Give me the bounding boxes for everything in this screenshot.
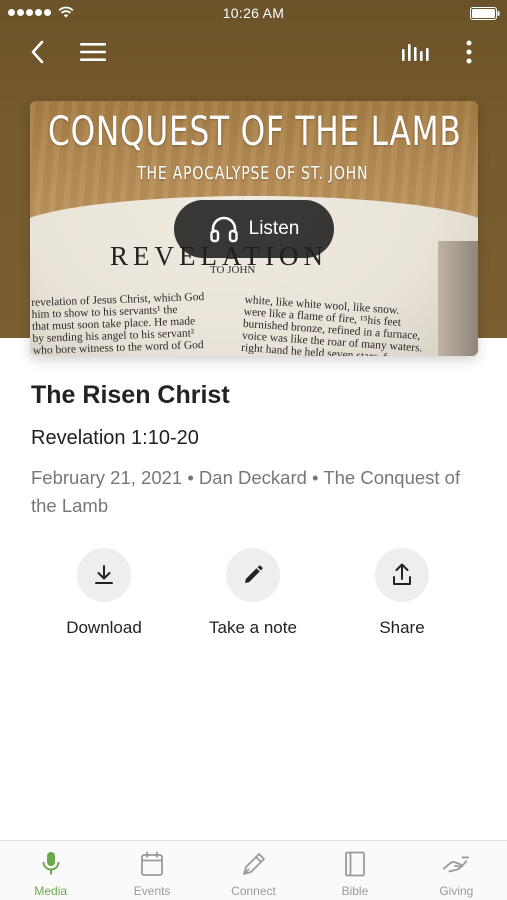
tab-events[interactable]: Events [101,841,202,900]
download-icon [95,565,113,584]
artwork-series-title: CONQUEST OF THE LAMB [48,109,462,155]
tab-bible[interactable]: Bible [304,841,405,900]
tab-events-label: Events [133,884,171,898]
tab-bible-label: Bible [341,884,369,898]
listen-button[interactable]: Listen [174,200,334,258]
artwork-page-edge [438,241,478,356]
take-a-note-label: Take a note [209,618,297,637]
hamburger-icon [80,43,106,61]
take-a-note-circle [226,548,280,602]
tab-media-label: Media [34,884,68,898]
artwork-book-subheading: TO JOHN [210,264,256,276]
pencil-icon [245,565,263,583]
microphone-icon [37,850,65,878]
more-vertical-icon [466,40,472,64]
sermon-title: The Risen Christ [31,381,230,409]
download-circle [77,548,131,602]
tab-connect-label: Connect [231,884,276,898]
share-circle [375,548,429,602]
listen-label: Listen [248,218,300,239]
take-a-note-button[interactable]: Take a note [178,548,328,638]
status-time: 10:26 AM [222,5,285,21]
tab-media[interactable]: Media [0,841,101,900]
calendar-icon [138,850,166,878]
tab-giving[interactable]: Giving [406,841,507,900]
share-icon [393,563,411,585]
sermon-meta: February 21, 2021 • Dan Deckard • The Co… [31,467,461,516]
tab-connect[interactable]: Connect [203,841,304,900]
battery-icon [470,7,500,20]
tab-giving-label: Giving [439,884,474,898]
headphones-icon [209,216,238,243]
menu-button[interactable] [77,36,109,68]
giving-hand-icon [442,850,470,878]
book-icon [341,850,369,878]
sermon-scripture: Revelation 1:10-20 [31,427,199,449]
download-button[interactable]: Download [29,548,179,638]
share-label: Share [379,618,425,637]
chevron-left-icon [31,40,44,64]
back-button[interactable] [22,36,54,68]
download-label: Download [66,618,142,637]
artwork-series-subtitle: THE APOCALYPSE OF ST. JOHN [136,163,368,184]
sermon-detail-screen: 10:26 AM CONQUEST OF THE LAMB THE APOCAL… [0,0,507,900]
more-options-button[interactable] [453,36,485,68]
share-button[interactable]: Share [327,548,477,638]
pen-icon [240,850,268,878]
status-bar: 10:26 AM [0,0,507,28]
nav-bar [0,28,507,76]
artwork-text-left-column: revelation of Jesus Christ, which God hi… [31,291,206,356]
audio-player-button[interactable] [399,36,431,68]
audio-bars-icon [402,44,429,61]
bottom-tab-bar: Media Events Connect Bible Giving [0,840,507,900]
